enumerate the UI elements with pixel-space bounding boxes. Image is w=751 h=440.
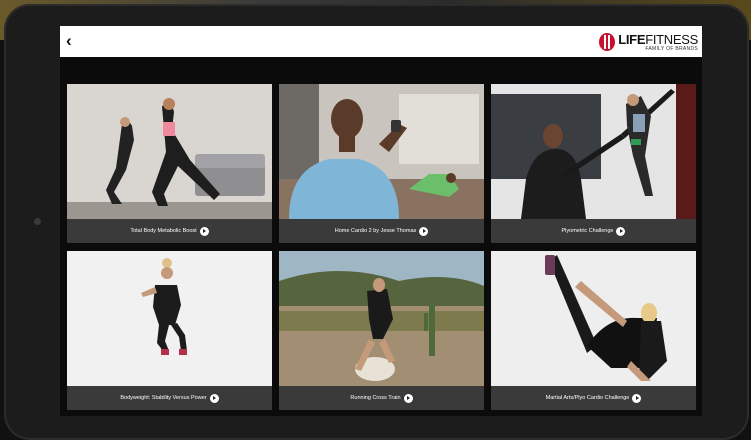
workout-title[interactable]: Plyometric Challenge bbox=[491, 219, 696, 243]
workout-card[interactable]: Martial Arts/Plyo Cardio Challenge bbox=[491, 251, 696, 410]
workout-thumbnail[interactable] bbox=[491, 84, 696, 219]
brand-tagline: FAMILY OF BRANDS bbox=[645, 45, 698, 52]
lifefitness-logo-icon bbox=[599, 33, 616, 51]
workout-title[interactable]: Total Body Metabolic Boost bbox=[67, 219, 272, 243]
workout-card[interactable]: Home Cardio 2 by Jesse Thomas bbox=[279, 84, 484, 243]
play-icon[interactable] bbox=[419, 226, 429, 236]
workout-card[interactable]: Bodyweight: Stability Versus Power bbox=[67, 251, 272, 410]
camera-icon bbox=[34, 218, 41, 225]
play-icon[interactable] bbox=[199, 226, 209, 236]
workout-title[interactable]: Martial Arts/Plyo Cardio Challenge bbox=[491, 386, 696, 410]
back-button[interactable]: ‹ bbox=[66, 31, 72, 51]
workout-thumbnail[interactable] bbox=[491, 251, 696, 386]
workout-thumbnail[interactable] bbox=[279, 84, 484, 219]
brand-logo: LIFEFITNESS FAMILY OF BRANDS bbox=[599, 30, 698, 54]
play-icon[interactable] bbox=[209, 393, 219, 403]
workout-thumbnail[interactable] bbox=[67, 84, 272, 219]
app-screen: ‹ LIFEFITNESS FAMILY OF BRANDS Total Bod… bbox=[60, 26, 702, 416]
workout-card[interactable]: Running Cross Train bbox=[279, 251, 484, 410]
play-icon[interactable] bbox=[632, 393, 642, 403]
play-icon[interactable] bbox=[403, 393, 413, 403]
workout-card[interactable]: Plyometric Challenge bbox=[491, 84, 696, 243]
workout-card[interactable]: Total Body Metabolic Boost bbox=[67, 84, 272, 243]
workout-grid: Total Body Metabolic Boost Home Cardio 2… bbox=[67, 84, 697, 410]
workout-thumbnail[interactable] bbox=[67, 251, 272, 386]
workout-title[interactable]: Bodyweight: Stability Versus Power bbox=[67, 386, 272, 410]
top-bar: ‹ LIFEFITNESS FAMILY OF BRANDS bbox=[60, 26, 702, 57]
workout-title[interactable]: Home Cardio 2 by Jesse Thomas bbox=[279, 219, 484, 243]
workout-title[interactable]: Running Cross Train bbox=[279, 386, 484, 410]
workout-thumbnail[interactable] bbox=[279, 251, 484, 386]
brand-name: LIFEFITNESS bbox=[618, 31, 698, 47]
play-icon[interactable] bbox=[616, 226, 626, 236]
